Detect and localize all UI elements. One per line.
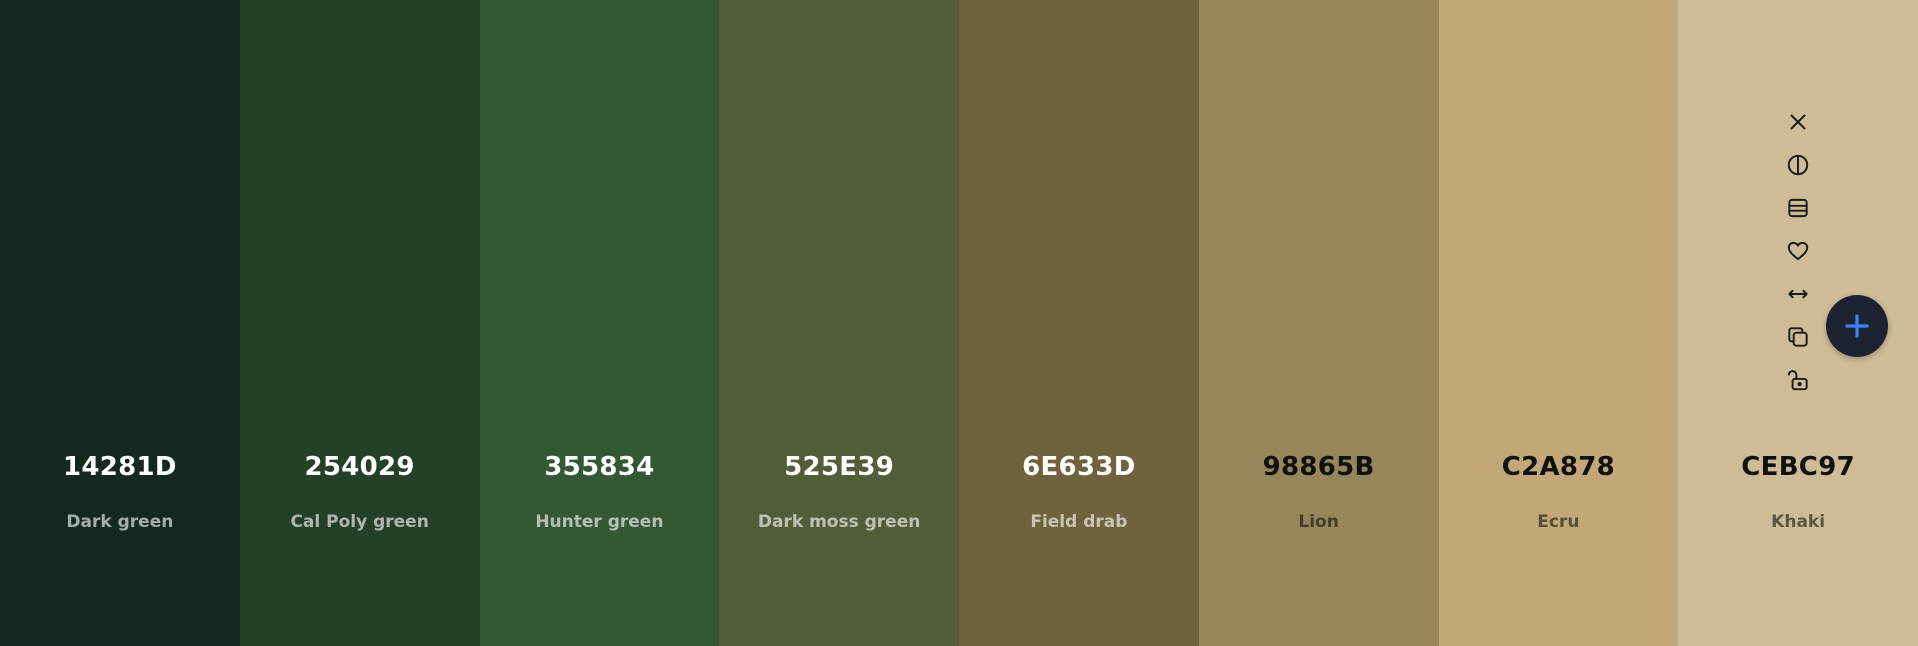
swatch-hex[interactable]: 254029: [240, 452, 480, 482]
swatch-hex[interactable]: C2A878: [1439, 452, 1679, 482]
drag-handle[interactable]: [1781, 277, 1815, 311]
swatch-hex[interactable]: CEBC97: [1678, 452, 1918, 482]
swatch-3[interactable]: 355834 Hunter green: [479, 0, 720, 646]
swatch-7[interactable]: C2A878 Ecru: [1438, 0, 1679, 646]
swatch-hex[interactable]: 525E39: [719, 452, 959, 482]
swatch-color-name[interactable]: Lion: [1199, 512, 1439, 532]
swatch-5[interactable]: 6E633D Field drab: [959, 0, 1199, 646]
heart-icon: [1787, 241, 1809, 261]
swatch-color-name[interactable]: Field drab: [959, 512, 1199, 532]
swatch-color-name[interactable]: Dark moss green: [719, 512, 959, 532]
close-icon: [1790, 114, 1806, 130]
view-shades-button[interactable]: [1781, 148, 1815, 182]
plus-icon: [1845, 314, 1869, 338]
add-color-button[interactable]: [1826, 295, 1888, 357]
palette: 14281D Dark green 254029 Cal Poly green …: [0, 0, 1918, 646]
contrast-icon: [1787, 154, 1809, 176]
remove-color-button[interactable]: [1781, 105, 1815, 139]
swatch-color-name[interactable]: Hunter green: [480, 512, 720, 532]
copy-color-button[interactable]: [1781, 320, 1815, 354]
lock-color-button[interactable]: [1781, 363, 1815, 397]
view-tints-button[interactable]: [1781, 191, 1815, 225]
drag-icon: [1788, 289, 1808, 299]
swatch-4[interactable]: 525E39 Dark moss green: [719, 0, 959, 646]
swatch-6[interactable]: 98865B Lion: [1198, 0, 1439, 646]
copy-icon: [1788, 327, 1808, 347]
swatch-hex[interactable]: 355834: [480, 452, 720, 482]
swatch-1[interactable]: 14281D Dark green: [0, 0, 240, 646]
swatch-color-name[interactable]: Cal Poly green: [240, 512, 480, 532]
swatch-color-name[interactable]: Khaki: [1678, 512, 1918, 532]
unlock-icon: [1787, 370, 1808, 391]
swatch-hex[interactable]: 6E633D: [959, 452, 1199, 482]
swatch-color-name[interactable]: Ecru: [1439, 512, 1679, 532]
swatch-hex[interactable]: 98865B: [1199, 452, 1439, 482]
save-color-button[interactable]: [1781, 234, 1815, 268]
shades-icon: [1788, 198, 1808, 218]
swatch-hex[interactable]: 14281D: [0, 452, 240, 482]
swatch-toolbar: [1778, 105, 1818, 406]
swatch-color-name[interactable]: Dark green: [0, 512, 240, 532]
swatch-2[interactable]: 254029 Cal Poly green: [239, 0, 480, 646]
